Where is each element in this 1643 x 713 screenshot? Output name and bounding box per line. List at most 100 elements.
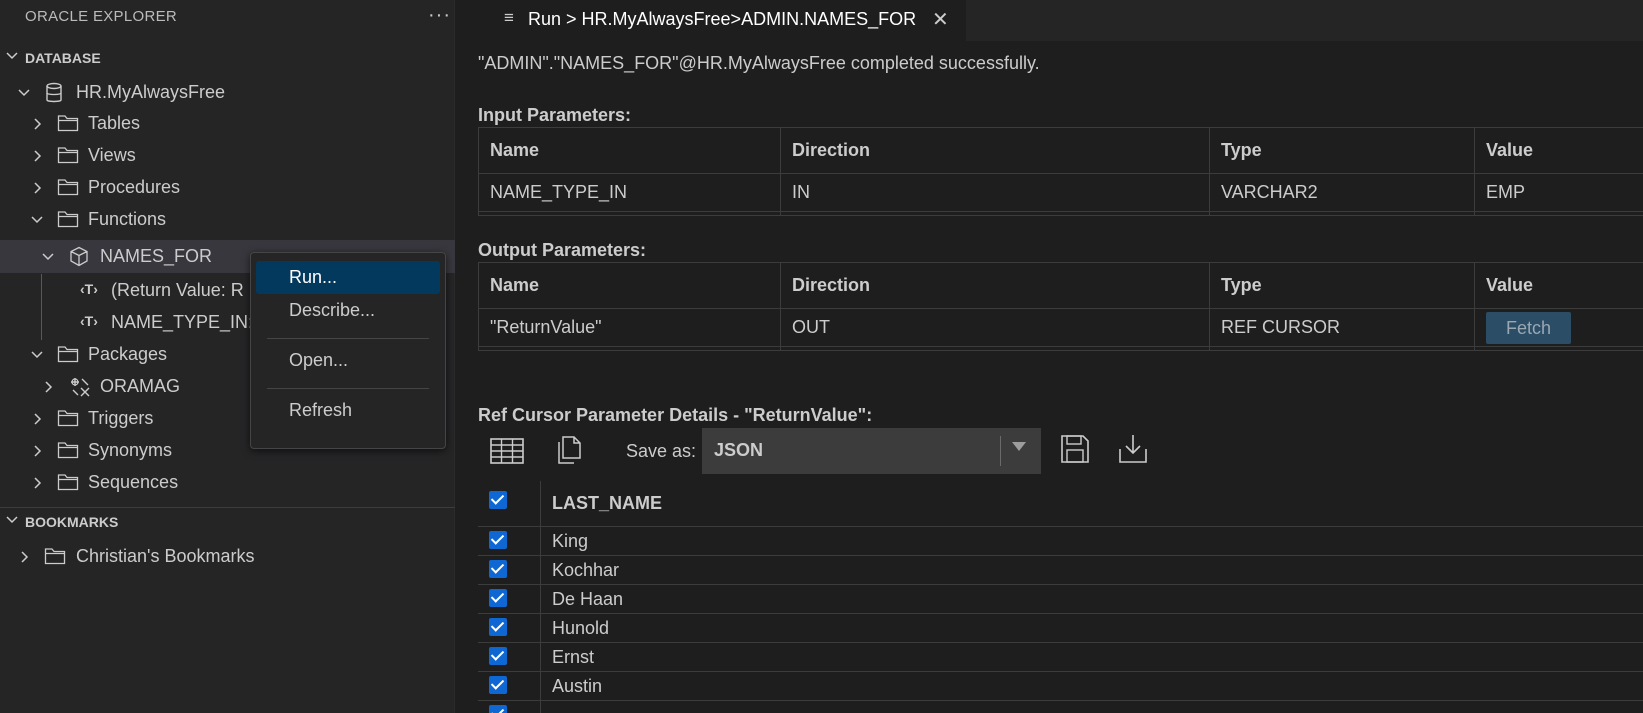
tree-item-views[interactable]: Views <box>0 139 455 172</box>
tab-run-names-for[interactable]: ≡ Run > HR.MyAlwaysFree>ADMIN.NAMES_FOR … <box>456 0 966 41</box>
tree-item-label: NAMES_FOR <box>100 246 213 266</box>
checkbox-cell <box>478 672 541 700</box>
copy-icon[interactable] <box>554 434 582 466</box>
tree-item-bookmark-folder[interactable]: Christian's Bookmarks <box>0 540 455 573</box>
download-icon[interactable] <box>1118 433 1148 465</box>
menu-item-describe[interactable]: Describe... <box>256 294 440 327</box>
dropdown-arrow-icon <box>1012 442 1026 451</box>
select-divider <box>1000 436 1001 466</box>
row-checkbox[interactable] <box>489 618 507 636</box>
cube-icon <box>70 246 88 267</box>
table-row: NAME_TYPE_IN IN VARCHAR2 EMP <box>478 173 1643 212</box>
chevron-right-icon <box>21 551 29 563</box>
chevron-right-icon <box>34 118 42 130</box>
sidebar-title: ORACLE EXPLORER <box>25 8 178 25</box>
cell-last-name: Austin <box>552 676 603 696</box>
database-section-label: DATABASE <box>25 50 101 66</box>
database-section-header[interactable]: DATABASE <box>0 45 455 73</box>
param-name: NAME_TYPE_IN <box>478 173 781 212</box>
checkbox-cell <box>478 643 541 671</box>
save-as-label: Save as: <box>626 441 697 461</box>
tree-item-functions[interactable]: Functions <box>0 203 455 236</box>
tree-item-procedures[interactable]: Procedures <box>0 171 455 204</box>
chevron-right-icon <box>45 381 53 393</box>
table-row: "ReturnValue" OUT REF CURSOR Fetch <box>478 308 1643 347</box>
grid-header-row: LAST_NAME <box>478 481 1643 527</box>
editor-area: ≡ Run > HR.MyAlwaysFree>ADMIN.NAMES_FOR … <box>456 0 1643 713</box>
checkbox-cell <box>478 614 541 642</box>
table-row <box>478 701 1643 713</box>
chevron-down-icon <box>31 216 43 224</box>
tree-item-label: Tables <box>88 113 141 133</box>
folder-icon <box>57 179 79 196</box>
result-toolbar: Save as: JSON <box>478 428 1178 474</box>
row-checkbox[interactable] <box>489 560 507 578</box>
type-icon: ‹T› <box>80 281 98 297</box>
menu-item-open[interactable]: Open... <box>256 344 440 377</box>
menu-separator <box>267 388 429 389</box>
column-header-value: Value <box>1474 127 1643 174</box>
more-actions-icon[interactable]: ··· <box>428 4 451 27</box>
cell-last-name: De Haan <box>552 589 624 609</box>
cell-last-name: King <box>552 531 589 551</box>
chevron-down-icon <box>6 52 18 60</box>
tree-item-connection[interactable]: HR.MyAlwaysFree <box>0 76 455 109</box>
tree-item-label: Synonyms <box>88 440 173 460</box>
row-checkbox[interactable] <box>489 589 507 607</box>
menu-item-refresh[interactable]: Refresh <box>256 394 440 427</box>
chevron-right-icon <box>34 445 42 457</box>
checkbox-cell <box>478 527 541 555</box>
cell-last-name: Hunold <box>552 618 610 638</box>
table-padding-row <box>478 211 1643 216</box>
close-icon[interactable]: ✕ <box>932 7 949 32</box>
column-header-type: Type <box>1209 262 1475 309</box>
table-row: Kochhar <box>478 556 1643 585</box>
checkbox-cell <box>478 585 541 613</box>
param-value[interactable]: EMP <box>1474 173 1643 212</box>
row-checkbox[interactable] <box>489 531 507 549</box>
table-header-row: Name Direction Type Value <box>478 262 1643 309</box>
tree-item-sequences[interactable]: Sequences <box>0 466 455 499</box>
table-row: Ernst <box>478 643 1643 672</box>
tab-title: Run > HR.MyAlwaysFree>ADMIN.NAMES_FOR <box>528 9 917 29</box>
table-padding-row <box>478 346 1643 351</box>
folder-icon <box>57 346 79 363</box>
param-type: VARCHAR2 <box>1209 173 1475 212</box>
param-direction: OUT <box>780 308 1210 347</box>
select-all-checkbox[interactable] <box>489 491 507 509</box>
table-view-icon[interactable] <box>490 438 524 464</box>
param-type: REF CURSOR <box>1209 308 1475 347</box>
folder-icon <box>57 474 79 491</box>
tree-item-tables[interactable]: Tables <box>0 107 455 140</box>
output-parameters-title: Output Parameters: <box>478 240 647 260</box>
input-parameters-table: Name Direction Type Value NAME_TYPE_IN I… <box>478 127 1643 216</box>
refcursor-title: Ref Cursor Parameter Details - "ReturnVa… <box>478 405 873 425</box>
row-checkbox[interactable] <box>489 705 507 713</box>
tree-item-label: Sequences <box>88 472 179 492</box>
row-checkbox[interactable] <box>489 676 507 694</box>
tree-item-label: Packages <box>88 344 168 364</box>
table-row: Hunold <box>478 614 1643 643</box>
table-row: King <box>478 527 1643 556</box>
column-header-name: Name <box>478 127 781 174</box>
column-header-value: Value <box>1474 262 1643 309</box>
save-icon[interactable] <box>1060 434 1090 464</box>
chevron-right-icon <box>34 413 42 425</box>
row-checkbox[interactable] <box>489 647 507 665</box>
tree-item-label: (Return Value: R <box>111 280 244 300</box>
save-as-format-value: JSON <box>714 440 764 460</box>
bookmarks-section-header[interactable]: BOOKMARKS <box>0 509 455 537</box>
cell-last-name: Ernst <box>552 647 595 667</box>
table-row: Austin <box>478 672 1643 701</box>
chevron-right-icon <box>34 150 42 162</box>
fetch-button[interactable]: Fetch <box>1486 311 1571 344</box>
cell-last-name: Kochhar <box>552 560 620 580</box>
tree-item-label: Triggers <box>88 408 154 428</box>
menu-item-run[interactable]: Run... <box>256 261 440 294</box>
folder-icon <box>57 211 79 228</box>
database-icon <box>46 82 62 103</box>
context-menu: Run... Describe... Open... Refresh <box>250 252 446 449</box>
tree-item-label: Functions <box>88 209 167 229</box>
save-as-format-select[interactable]: JSON <box>702 428 1041 474</box>
column-header-name: Name <box>478 262 781 309</box>
